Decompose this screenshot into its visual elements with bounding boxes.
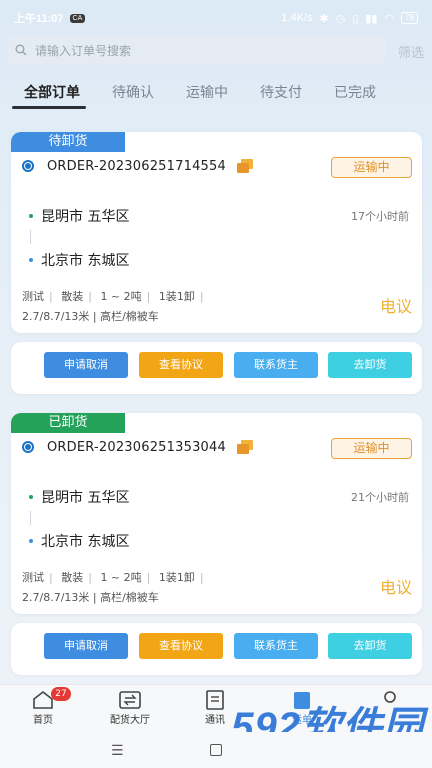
spec-item: 散装 xyxy=(61,571,84,584)
status-tag: 待卸货 xyxy=(11,132,125,152)
view-agreement-button[interactable]: 查看协议 xyxy=(139,633,223,659)
go-unload-button[interactable]: 去卸货 xyxy=(328,352,412,378)
view-agreement-button[interactable]: 查看协议 xyxy=(139,352,223,378)
destination: 北京市 东城区 xyxy=(29,250,129,270)
bluetooth-icon: ✱ xyxy=(319,12,329,25)
filter-button[interactable]: 筛选 xyxy=(398,42,424,61)
nav-orders[interactable]: 运单 xyxy=(262,689,342,726)
order-radio[interactable] xyxy=(22,160,34,172)
alarm-icon: ◷ xyxy=(335,12,346,25)
spec-item: 1 ~ 2吨 xyxy=(100,290,142,303)
order-card[interactable]: 待卸货 ORDER-202306251714554 运输中 昆明市 五华区 北京… xyxy=(11,132,422,333)
transport-state-badge: 运输中 xyxy=(331,157,412,178)
transport-state-badge: 运输中 xyxy=(331,438,412,459)
time-ago: 17个小时前 xyxy=(351,210,409,223)
sim-badge: CA xyxy=(69,13,86,23)
nav-profile[interactable] xyxy=(350,689,430,711)
profile-icon xyxy=(384,691,396,703)
spec-item: 散装 xyxy=(61,290,84,303)
go-unload-button[interactable]: 去卸货 xyxy=(328,633,412,659)
spec-item: 测试 xyxy=(22,571,44,584)
wifi-icon: ◠ xyxy=(384,12,395,25)
origin: 昆明市 五华区 xyxy=(29,487,129,507)
nav-market[interactable]: 配货大厅 xyxy=(90,689,170,726)
order-actions: 申请取消 查看协议 联系货主 去卸货 xyxy=(11,623,422,675)
time-ago: 21个小时前 xyxy=(351,491,409,504)
nav-label: 首页 xyxy=(33,715,53,726)
spec-item: 1 ~ 2吨 xyxy=(100,571,142,584)
waybill-icon xyxy=(294,692,310,709)
origin-dot xyxy=(29,214,33,218)
origin: 昆明市 五华区 xyxy=(29,206,129,226)
vibrate-icon: ▯ xyxy=(352,12,359,25)
bottom-nav: 27 首页 配货大厅 通讯 运单 xyxy=(0,684,432,732)
price: 电议 xyxy=(379,578,412,597)
nav-home[interactable]: 27 首页 xyxy=(3,687,83,726)
notification-badge: 27 xyxy=(51,687,71,701)
home-square-icon[interactable] xyxy=(210,744,222,756)
destination-label: 北京市 东城区 xyxy=(41,253,130,269)
destination-dot xyxy=(29,539,33,543)
route-line xyxy=(30,511,31,525)
spec-item: 测试 xyxy=(22,290,44,303)
tab-pending-confirm[interactable]: 待确认 xyxy=(112,82,154,112)
tab-in-transit[interactable]: 运输中 xyxy=(186,82,228,112)
contacts-icon xyxy=(206,690,224,710)
battery-icon: 78 xyxy=(401,12,418,24)
contact-shipper-button[interactable]: 联系货主 xyxy=(234,352,318,378)
tab-pending-payment[interactable]: 待支付 xyxy=(260,82,302,112)
spec-item: 1装1卸 xyxy=(158,290,195,303)
menu-icon[interactable]: ☰ xyxy=(111,743,124,759)
net-speed: 1.4K/s xyxy=(281,12,313,24)
order-radio[interactable] xyxy=(22,441,34,453)
exchange-icon xyxy=(119,691,141,709)
system-nav-bar: ☰ xyxy=(0,732,432,768)
cargo-specs: 测试 | 散装 | 1 ~ 2吨 | 1装1卸 | 2.7/8.7/13米 | 高栏/棉… xyxy=(22,568,209,608)
order-actions: 申请取消 查看协议 联系货主 去卸货 xyxy=(11,342,422,394)
cargo-specs: 测试 | 散装 | 1 ~ 2吨 | 1装1卸 | 2.7/8.7/13米 | 高栏/棉… xyxy=(22,287,209,327)
search-placeholder: 请输入订单号搜索 xyxy=(35,43,132,58)
origin-dot xyxy=(29,495,33,499)
tab-completed[interactable]: 已完成 xyxy=(334,82,376,112)
search-icon xyxy=(15,44,27,56)
route-line xyxy=(30,230,31,244)
order-card[interactable]: 已卸货 ORDER-202306251353044 运输中 昆明市 五华区 北京… xyxy=(11,413,422,614)
contact-shipper-button[interactable]: 联系货主 xyxy=(234,633,318,659)
signal-icon: ▮▮ xyxy=(365,12,378,25)
apply-cancel-button[interactable]: 申请取消 xyxy=(44,352,128,378)
destination: 北京市 东城区 xyxy=(29,531,129,551)
destination-label: 北京市 东城区 xyxy=(41,534,130,550)
status-time: 上午11:07 xyxy=(14,13,64,25)
status-tag: 已卸货 xyxy=(11,413,125,433)
search-row: 请输入订单号搜索 筛选 xyxy=(0,36,432,66)
tab-all-orders[interactable]: 全部订单 xyxy=(12,82,86,112)
spec-item: 1装1卸 xyxy=(158,571,195,584)
price: 电议 xyxy=(379,297,412,316)
origin-label: 昆明市 五华区 xyxy=(41,209,130,225)
destination-dot xyxy=(29,258,33,262)
order-tabs: 全部订单 待确认 运输中 待支付 已完成 xyxy=(0,82,432,112)
vehicle-spec: 2.7/8.7/13米 | 高栏/棉被车 xyxy=(22,591,159,604)
vehicle-spec: 2.7/8.7/13米 | 高栏/棉被车 xyxy=(22,310,159,323)
apply-cancel-button[interactable]: 申请取消 xyxy=(44,633,128,659)
nav-contacts[interactable]: 通讯 xyxy=(175,689,255,726)
nav-label: 通讯 xyxy=(205,715,225,726)
order-number: ORDER-202306251353044 xyxy=(47,439,226,455)
status-bar: 上午11:07 CA 1.4K/s ✱ ◷ ▯ ▮▮ ◠ 78 xyxy=(0,0,432,36)
order-number: ORDER-202306251714554 xyxy=(47,158,226,174)
nav-label: 配货大厅 xyxy=(110,715,150,726)
copy-icon[interactable] xyxy=(236,439,254,455)
nav-label: 运单 xyxy=(292,715,312,726)
search-input[interactable]: 请输入订单号搜索 xyxy=(7,36,386,64)
origin-label: 昆明市 五华区 xyxy=(41,490,130,506)
copy-icon[interactable] xyxy=(236,158,254,174)
